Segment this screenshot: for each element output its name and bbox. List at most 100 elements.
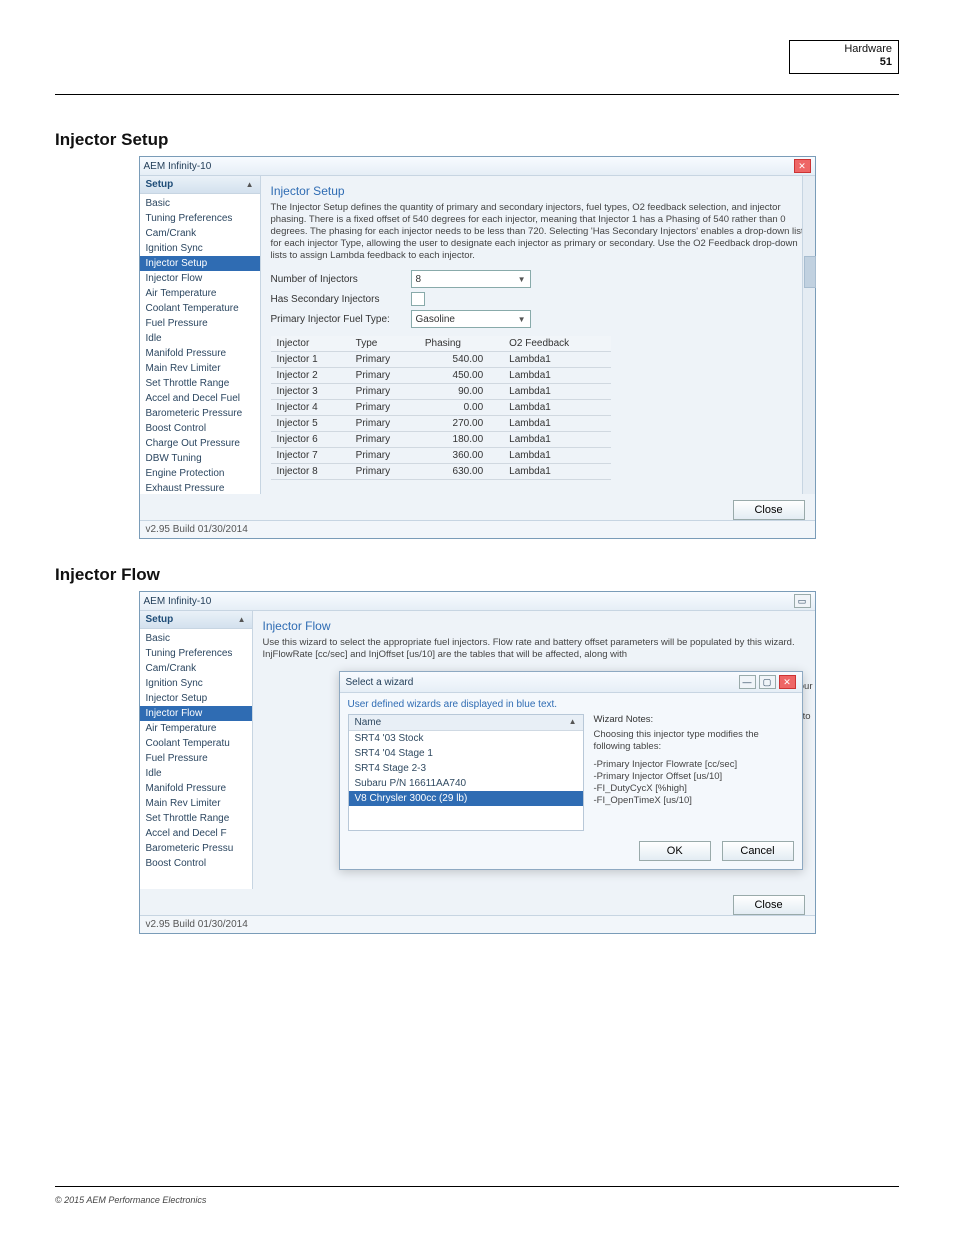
sidebar-item[interactable]: Exhaust Pressure (140, 481, 260, 496)
window-injector-setup: AEM Infinity-10 ✕ Setup ▲ BasicTuning Pr… (139, 156, 816, 539)
maximize-icon[interactable]: ▢ (759, 675, 776, 689)
table-cell: Lambda1 (503, 448, 610, 464)
sidebar-item[interactable]: Set Throttle Range (140, 811, 252, 826)
table-cell: Injector 7 (271, 448, 350, 464)
sidebar-item[interactable]: Injector Setup (140, 256, 260, 271)
sidebar-item[interactable]: Accel and Decel Fuel (140, 391, 260, 406)
sidebar-header[interactable]: Setup ▲ (140, 611, 252, 629)
main-pane: Injector Setup The Injector Setup define… (261, 176, 815, 494)
sidebar-item[interactable]: Barometeric Pressure (140, 406, 260, 421)
notes-title: Wizard Notes: (594, 714, 794, 725)
sidebar-item[interactable]: Boost Control (140, 856, 252, 871)
sidebar: Setup ▲ BasicTuning PreferencesCam/Crank… (140, 611, 253, 889)
minimize-icon[interactable]: — (739, 675, 756, 689)
table-cell: Injector 1 (271, 352, 350, 368)
table-row: Injector 2Primary450.00Lambda1 (271, 368, 611, 384)
note-line: -Primary Injector Flowrate [cc/sec] (594, 759, 794, 771)
notes-body: Choosing this injector type modifies the… (594, 729, 794, 753)
sidebar-item[interactable]: Idle (140, 331, 260, 346)
sidebar-item[interactable]: Injector Flow (140, 706, 252, 721)
table-row: Injector 7Primary360.00Lambda1 (271, 448, 611, 464)
restore-icon[interactable]: ▭ (794, 594, 811, 608)
table-cell: Injector 5 (271, 416, 350, 432)
sidebar-item[interactable]: Air Temperature (140, 721, 252, 736)
sidebar-item[interactable]: Main Rev Limiter (140, 361, 260, 376)
select-value: Gasoline (416, 314, 455, 325)
sidebar-item[interactable]: Fuel Pressure (140, 316, 260, 331)
table-cell: Primary (350, 384, 419, 400)
close-button[interactable]: Close (733, 500, 805, 520)
select-value: 8 (416, 274, 422, 285)
sidebar-item[interactable]: Basic (140, 631, 252, 646)
list-item[interactable]: Subaru P/N 16611AA740 (349, 776, 583, 791)
scrollbar[interactable] (802, 176, 815, 494)
table-cell: Lambda1 (503, 368, 610, 384)
select-number-injectors[interactable]: 8 ▼ (411, 270, 531, 288)
list-item[interactable]: SRT4 Stage 2-3 (349, 761, 583, 776)
sidebar-item[interactable]: Engine Protection (140, 466, 260, 481)
table-row: Injector 3Primary90.00Lambda1 (271, 384, 611, 400)
list-item[interactable]: SRT4 '03 Stock (349, 731, 583, 746)
table-cell: Injector 3 (271, 384, 350, 400)
cancel-button[interactable]: Cancel (722, 841, 794, 861)
list-header[interactable]: Name ▲ (349, 715, 583, 731)
sidebar-item[interactable]: Cam/Crank (140, 661, 252, 676)
sidebar-item[interactable]: Boost Control (140, 421, 260, 436)
note-line: -FI_OpenTimeX [us/10] (594, 795, 794, 807)
table-cell: Lambda1 (503, 416, 610, 432)
pane-description: The Injector Setup defines the quantity … (271, 202, 805, 262)
sidebar-item[interactable]: Ignition Sync (140, 241, 260, 256)
table-cell: Injector 6 (271, 432, 350, 448)
table-header: Phasing (419, 336, 503, 352)
ok-button[interactable]: OK (639, 841, 711, 861)
table-cell: Primary (350, 432, 419, 448)
row-has-secondary: Has Secondary Injectors (271, 292, 805, 306)
wizard-hint: User defined wizards are displayed in bl… (348, 699, 794, 710)
section-heading-2: Injector Flow (55, 565, 899, 585)
close-button[interactable]: Close (733, 895, 805, 915)
chevron-up-icon: ▲ (238, 615, 246, 624)
note-line: -Primary Injector Offset [us/10] (594, 771, 794, 783)
sidebar-item[interactable]: Ignition Sync (140, 676, 252, 691)
sidebar-item[interactable]: Basic (140, 196, 260, 211)
sidebar-item[interactable]: Cam/Crank (140, 226, 260, 241)
list-item[interactable]: SRT4 '04 Stage 1 (349, 746, 583, 761)
close-icon[interactable]: ✕ (794, 159, 811, 173)
label-has-secondary: Has Secondary Injectors (271, 294, 401, 305)
sidebar-header-label: Setup (146, 179, 174, 190)
list-item[interactable]: V8 Chrysler 300cc (29 lb) (349, 791, 583, 806)
sidebar-item[interactable]: Injector Flow (140, 271, 260, 286)
sidebar-item[interactable]: Injector Setup (140, 691, 252, 706)
sort-icon: ▲ (569, 717, 577, 728)
sidebar-item[interactable]: Idle (140, 766, 252, 781)
dialog-title: Select a wizard (346, 677, 414, 688)
header-box: Hardware 51 (789, 40, 899, 74)
pane-description: Use this wizard to select the appropriat… (263, 637, 805, 661)
sidebar-item[interactable]: Set Throttle Range (140, 376, 260, 391)
sidebar-header[interactable]: Setup ▲ (140, 176, 260, 194)
table-cell: 630.00 (419, 464, 503, 480)
select-fuel-type[interactable]: Gasoline ▼ (411, 310, 531, 328)
chevron-up-icon: ▲ (246, 180, 254, 189)
sidebar-item[interactable]: Barometeric Pressu (140, 841, 252, 856)
checkbox-has-secondary[interactable] (411, 292, 425, 306)
sidebar-item[interactable]: Manifold Pressure (140, 781, 252, 796)
sidebar-item[interactable]: Tuning Preferences (140, 211, 260, 226)
title-bar: AEM Infinity-10 ▭ (140, 592, 815, 611)
close-icon[interactable]: ✕ (779, 675, 796, 689)
sidebar-item[interactable]: Manifold Pressure (140, 346, 260, 361)
sidebar-item[interactable]: Charge Out Pressure (140, 436, 260, 451)
table-cell: Injector 8 (271, 464, 350, 480)
sidebar-item[interactable]: Fuel Pressure (140, 751, 252, 766)
table-row: Injector 8Primary630.00Lambda1 (271, 464, 611, 480)
sidebar-item[interactable]: Air Temperature (140, 286, 260, 301)
wizard-list[interactable]: Name ▲ SRT4 '03 StockSRT4 '04 Stage 1SRT… (348, 714, 584, 831)
sidebar-item[interactable]: Tuning Preferences (140, 646, 252, 661)
table-cell: 0.00 (419, 400, 503, 416)
sidebar-item[interactable]: Accel and Decel F (140, 826, 252, 841)
sidebar-item[interactable]: Coolant Temperatu (140, 736, 252, 751)
sidebar-item[interactable]: DBW Tuning (140, 451, 260, 466)
sidebar-item[interactable]: Coolant Temperature (140, 301, 260, 316)
table-cell: Injector 4 (271, 400, 350, 416)
sidebar-item[interactable]: Main Rev Limiter (140, 796, 252, 811)
